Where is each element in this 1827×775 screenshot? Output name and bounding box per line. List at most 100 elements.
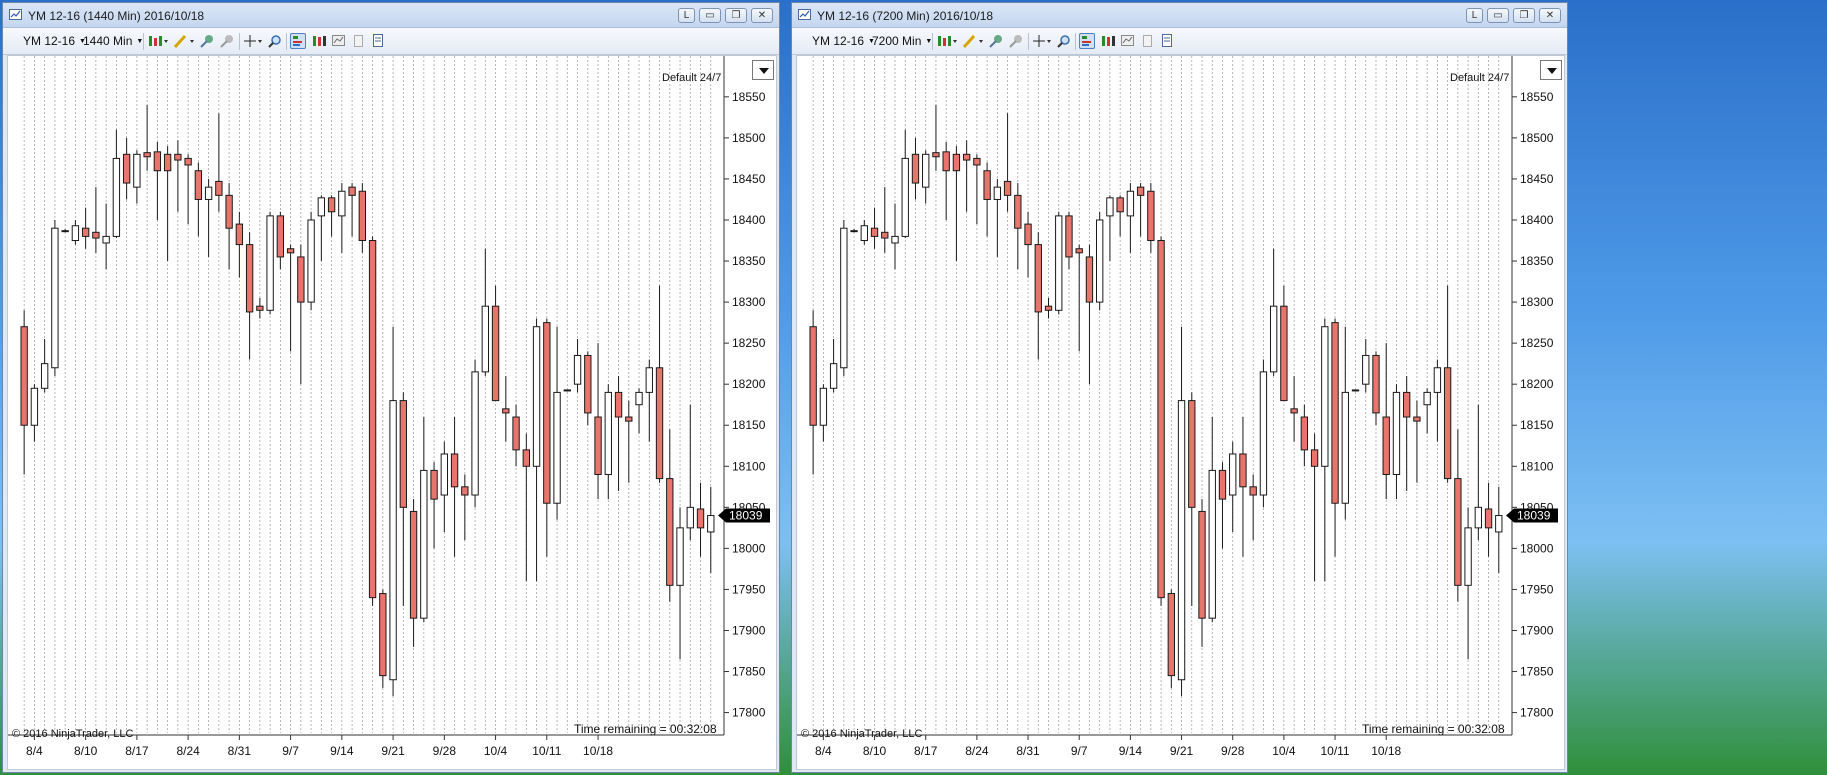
- candle-down: [143, 152, 151, 158]
- data-box-icon[interactable]: [1079, 33, 1095, 49]
- title-bar[interactable]: YM 12-16 (1440 Min) 2016/10/18 L ▭ ❐ ✕: [3, 3, 779, 28]
- candle-up: [30, 387, 39, 426]
- candle-down: [1484, 508, 1493, 529]
- page-icon[interactable]: [1140, 33, 1156, 49]
- candle-down: [655, 367, 664, 480]
- bar-select-icon[interactable]: [1100, 33, 1116, 49]
- chart-style-icon[interactable]: [936, 33, 957, 49]
- crosshair-icon[interactable]: [1032, 33, 1051, 49]
- strategy-list-icon[interactable]: [1160, 33, 1176, 49]
- data-box-icon[interactable]: [290, 33, 306, 49]
- chart-panel[interactable]: 17800 17850 17900 17950 18000 18050 18100 18150…: [796, 55, 1565, 770]
- candlestick-chart[interactable]: 1780017850179001795018000180501810018150…: [797, 56, 1564, 769]
- chart-panel[interactable]: 17800 17850 17900 17950 18000 18050 18100 18150…: [7, 55, 777, 770]
- price-tick-label: 18500: [732, 131, 766, 145]
- strategy-icon[interactable]: [219, 33, 235, 49]
- chart-toolbar: YM 12-16 ▼ 7200 Min ▼: [792, 28, 1567, 55]
- instrument-label: YM 12-16: [23, 34, 76, 48]
- candle-down: [1167, 593, 1175, 677]
- time-tick-label: 8/31: [1016, 744, 1040, 758]
- chart-window-1440min[interactable]: YM 12-16 (1440 Min) 2016/10/18 L ▭ ❐ ✕ Y…: [2, 2, 780, 773]
- toolbar-separator: [286, 33, 287, 50]
- time-tick-label: 8/4: [26, 744, 43, 758]
- candle-down: [256, 305, 264, 311]
- period-selector[interactable]: 1440 Min ▼: [83, 34, 143, 48]
- price-tick-label: 17800: [1520, 706, 1554, 720]
- candle-down: [1331, 322, 1339, 504]
- candle-down: [1239, 453, 1247, 488]
- page-icon[interactable]: [351, 33, 367, 49]
- crosshair-icon[interactable]: [243, 33, 262, 49]
- time-tick-label: 9/7: [282, 744, 299, 758]
- add-indicator-icon[interactable]: [988, 33, 1004, 49]
- draw-pencil-icon[interactable]: [962, 33, 983, 49]
- candle-up: [1055, 215, 1063, 311]
- bar-select-icon[interactable]: [311, 33, 327, 49]
- add-indicator-icon[interactable]: [199, 33, 215, 49]
- close-button[interactable]: ✕: [1539, 8, 1561, 23]
- time-tick-label: 10/4: [1272, 744, 1296, 758]
- price-tick-label: 17950: [732, 582, 766, 596]
- zoom-icon[interactable]: [267, 33, 283, 49]
- instrument-label: YM 12-16: [812, 34, 865, 48]
- candle-up: [266, 215, 274, 311]
- chart-properties-icon[interactable]: [331, 33, 347, 49]
- price-tick-label: 18100: [732, 459, 766, 473]
- candle-down: [81, 227, 90, 237]
- time-tick-label: 10/18: [1371, 744, 1401, 758]
- candle-up: [1096, 219, 1104, 303]
- candle-down: [911, 153, 920, 184]
- time-tick-label: 10/11: [532, 744, 561, 758]
- candle-up: [1269, 305, 1278, 373]
- chevron-down-icon[interactable]: [1540, 60, 1562, 80]
- candle-down: [973, 157, 981, 166]
- price-tick-label: 18150: [1520, 418, 1554, 432]
- period-selector[interactable]: 7200 Min ▼: [872, 34, 932, 48]
- candle-up: [635, 391, 643, 406]
- candle-up: [1106, 197, 1114, 217]
- toolbar-separator: [1028, 33, 1029, 50]
- candle-down: [1075, 248, 1083, 254]
- candle-down: [235, 223, 244, 246]
- minimize-button[interactable]: ▭: [1487, 8, 1509, 23]
- candle-down: [1003, 180, 1012, 196]
- chart-style-icon[interactable]: [147, 33, 168, 49]
- zoom-icon[interactable]: [1056, 33, 1072, 49]
- instrument-selector[interactable]: YM 12-16 ▼: [812, 34, 875, 48]
- candle-down: [122, 153, 131, 184]
- candle-down: [1136, 186, 1145, 196]
- current-price-marker: 18039: [1506, 508, 1558, 523]
- price-tick-label: 18500: [1520, 131, 1554, 145]
- candle-down: [666, 478, 674, 586]
- price-tick-label: 18250: [1520, 336, 1554, 350]
- candle-up: [901, 157, 909, 237]
- candle-down: [1147, 190, 1155, 242]
- chart-properties-icon[interactable]: [1120, 33, 1136, 49]
- close-button[interactable]: ✕: [751, 8, 773, 23]
- time-tick-label: 8/4: [815, 744, 832, 758]
- chevron-down-icon[interactable]: [752, 60, 774, 80]
- candle-down: [1300, 416, 1309, 451]
- draw-pencil-icon[interactable]: [173, 33, 194, 49]
- restore-button[interactable]: ❐: [1513, 8, 1535, 23]
- candle-up: [389, 400, 397, 681]
- time-tick-label: 9/28: [433, 744, 457, 758]
- link-button[interactable]: L: [1466, 8, 1483, 23]
- candle-down: [409, 510, 418, 619]
- candle-up: [829, 363, 838, 389]
- chart-window-7200min[interactable]: YM 12-16 (7200 Min) 2016/10/18 L ▭ ❐ ✕ Y…: [791, 2, 1568, 773]
- candle-up: [993, 186, 1002, 200]
- restore-button[interactable]: ❐: [725, 8, 747, 23]
- link-button[interactable]: L: [678, 8, 695, 23]
- candle-down: [543, 322, 551, 504]
- title-bar[interactable]: YM 12-16 (7200 Min) 2016/10/18 L ▭ ❐ ✕: [792, 3, 1567, 28]
- strategy-icon[interactable]: [1008, 33, 1024, 49]
- current-price-marker: 18039: [718, 508, 770, 523]
- candle-up: [1464, 527, 1472, 586]
- minimize-button[interactable]: ▭: [699, 8, 721, 23]
- toolbar-separator: [143, 33, 144, 50]
- candlestick-chart[interactable]: 1780017850179001795018000180501810018150…: [8, 56, 776, 769]
- strategy-list-icon[interactable]: [371, 33, 387, 49]
- instrument-selector[interactable]: YM 12-16 ▼: [23, 34, 86, 48]
- candle-down: [450, 453, 459, 488]
